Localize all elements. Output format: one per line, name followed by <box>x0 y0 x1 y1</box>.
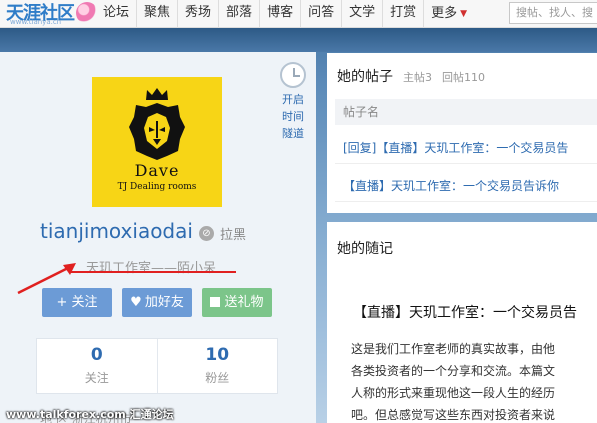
send-gift-button[interactable]: 送礼物 <box>202 288 272 317</box>
diary-panel: 她的随记 【直播】天玑工作室：一个交易员告 这是我们工作室老师的真实故事，由他 … <box>327 222 597 423</box>
clock-icon <box>280 62 306 88</box>
heart-icon: ♥ <box>130 295 142 310</box>
nav-literature[interactable]: 文学 <box>341 0 382 28</box>
fans-label: 粉丝 <box>205 371 230 385</box>
posts-panel: 她的帖子 主帖3 回帖110 帖子名 [回复]【直播】天玑工作室：一个交易员告 … <box>327 53 597 213</box>
post-link[interactable]: 【直播】天玑工作室：一个交易员告诉你 <box>343 177 559 194</box>
time-tunnel-label-2: 时间 <box>282 110 304 123</box>
diary-text-line: 吧。但总感觉写这些东西对投资者来说 <box>351 408 556 422</box>
following-stat[interactable]: 0 关注 <box>37 339 157 393</box>
nav-tribe[interactable]: 部落 <box>218 0 259 28</box>
diary-text-line: 各类投资者的一个分享和交流。本篇文 <box>351 364 556 378</box>
time-tunnel-button[interactable]: 开启 时间 隧道 <box>278 62 308 142</box>
nav-forum[interactable]: 论坛 <box>96 0 136 28</box>
divider <box>335 201 597 202</box>
avatar-tagline-text: TJ Dealing rooms <box>117 182 197 192</box>
stats-box: 0 关注 10 粉丝 <box>36 338 278 394</box>
send-gift-label: 送礼物 <box>224 295 264 310</box>
profile-panel: Dave TJ Dealing rooms 开启 时间 隧道 tianjimox… <box>0 52 316 423</box>
fans-stat[interactable]: 10 粉丝 <box>156 339 278 393</box>
chevron-down-icon: ▼ <box>460 9 468 19</box>
search-input[interactable]: 搜帖、找人、搜 <box>509 2 597 24</box>
block-label: 拉黑 <box>220 228 247 243</box>
posts-title: 她的帖子 <box>337 69 393 85</box>
main-nav: 论坛 聚焦 秀场 部落 博客 问答 文学 打赏 更多 ▼ <box>96 0 474 28</box>
nav-qa[interactable]: 问答 <box>300 0 341 28</box>
time-tunnel-label-3: 隧道 <box>282 127 304 140</box>
following-count: 0 <box>90 345 103 365</box>
follow-button[interactable]: + 关注 <box>42 288 112 317</box>
logo-swirl-icon <box>76 2 98 24</box>
time-tunnel-label-1: 开启 <box>282 93 304 106</box>
top-navbar: 天涯社区 www.tianya.cn 论坛 聚焦 秀场 部落 博客 问答 文学 … <box>0 0 597 28</box>
block-icon: ⊘ <box>199 226 214 241</box>
diary-post-title[interactable]: 【直播】天玑工作室：一个交易员告 <box>353 302 577 322</box>
nav-blog[interactable]: 博客 <box>259 0 300 28</box>
divider <box>335 163 597 164</box>
avatar-name-text: Dave <box>134 161 180 180</box>
nav-focus[interactable]: 聚焦 <box>136 0 177 28</box>
diary-text-line: 这是我们工作室老师的真实故事，由他 <box>351 342 556 356</box>
diary-title: 她的随记 <box>337 241 393 257</box>
posts-header: 她的帖子 主帖3 回帖110 <box>337 66 485 86</box>
fans-count: 10 <box>205 345 230 365</box>
following-label: 关注 <box>84 371 109 385</box>
watermark: www.talkforex.com 汇通论坛 <box>6 408 174 421</box>
nav-more-label: 更多 <box>431 6 458 21</box>
avatar[interactable]: Dave TJ Dealing rooms <box>92 77 222 207</box>
add-friend-label: 加好友 <box>144 295 184 310</box>
username[interactable]: tianjimoxiaodai <box>40 219 193 243</box>
nav-show[interactable]: 秀场 <box>177 0 218 28</box>
diary-text-line: 人称的形式来重现他这一段人生的经历 <box>351 386 556 400</box>
block-button[interactable]: ⊘ 拉黑 <box>199 224 246 243</box>
logo-url: www.tianya.cn <box>10 18 62 26</box>
crown-icon <box>146 88 168 100</box>
add-friend-button[interactable]: ♥ 加好友 <box>122 288 192 317</box>
banner-strip <box>0 28 597 52</box>
reply-count[interactable]: 回帖110 <box>442 69 485 85</box>
nav-tip[interactable]: 打赏 <box>382 0 423 28</box>
gift-icon <box>210 297 221 307</box>
lion-icon <box>129 103 185 160</box>
main-post-count[interactable]: 主帖3 <box>403 69 432 85</box>
annotation-underline <box>70 271 236 273</box>
nav-more[interactable]: 更多 ▼ <box>423 0 474 28</box>
user-motto: 天玑工作室——陌小呆 <box>86 261 217 276</box>
post-name-column-header: 帖子名 <box>335 99 597 125</box>
post-link[interactable]: [回复]【直播】天玑工作室：一个交易员告 <box>343 139 568 156</box>
